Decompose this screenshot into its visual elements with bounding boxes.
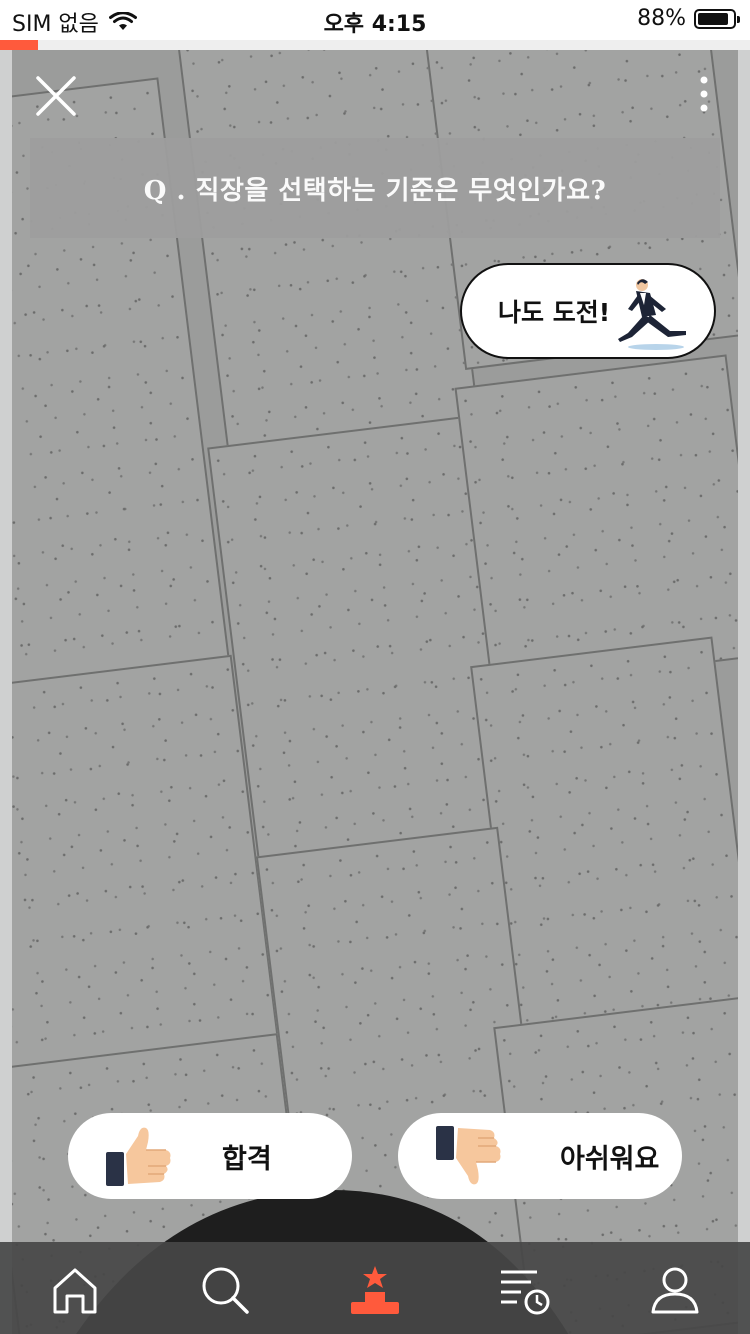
running-businessman-icon — [618, 279, 686, 350]
podium-star-icon[interactable] — [347, 1262, 403, 1318]
challenge-label: 나도 도전! — [498, 298, 611, 327]
fail-vote-label: 아쉬워요 — [560, 1143, 660, 1175]
search-icon[interactable] — [197, 1262, 253, 1318]
status-bar: SIM 없음 오후 4:15 88% — [0, 0, 750, 40]
pass-vote-button[interactable]: 합격 — [68, 1113, 352, 1199]
more-options-icon[interactable] — [698, 74, 710, 114]
user-icon[interactable] — [647, 1262, 703, 1318]
fail-vote-button[interactable]: 아쉬워요 — [398, 1113, 682, 1199]
challenge-button[interactable]: 나도 도전! — [460, 263, 716, 359]
battery-percent: 88% — [637, 6, 686, 31]
status-right: 88% — [637, 6, 740, 31]
question-text: Q . 직장을 선택하는 기준은 무엇인가요? — [143, 175, 607, 206]
close-button[interactable] — [34, 74, 78, 118]
bottom-navigation — [0, 1242, 750, 1334]
thumbs-up-icon — [106, 1127, 171, 1186]
thumbs-down-icon — [436, 1126, 501, 1185]
list-clock-icon[interactable] — [497, 1262, 553, 1318]
home-icon[interactable] — [47, 1262, 103, 1318]
pass-vote-label: 합격 — [222, 1143, 272, 1175]
question-banner: Q . 직장을 선택하는 기준은 무엇인가요? — [30, 138, 720, 238]
story-progress-fill — [0, 40, 38, 50]
story-progress-bar — [0, 40, 750, 50]
battery-icon — [694, 8, 740, 29]
